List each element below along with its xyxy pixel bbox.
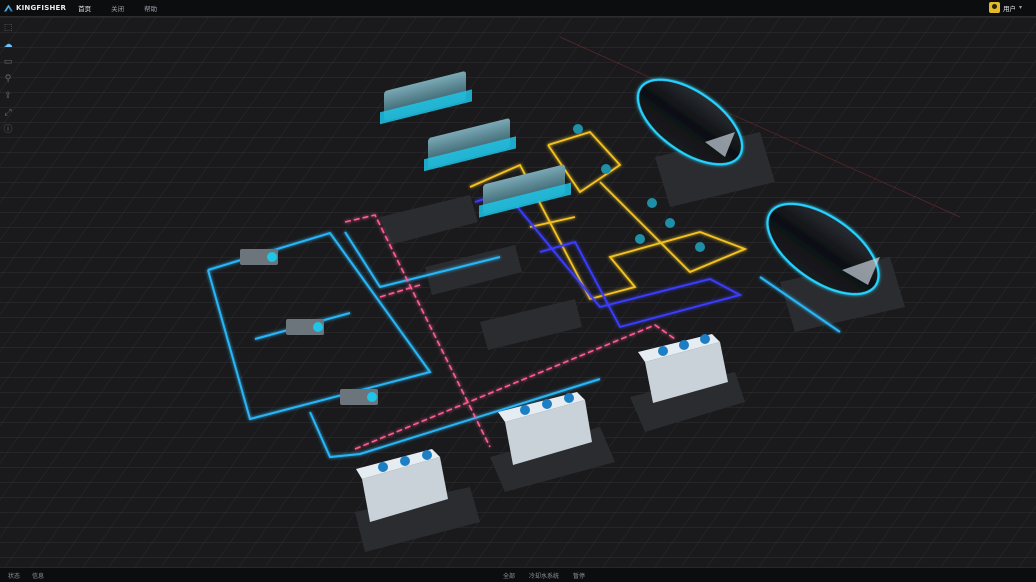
nav-item-close[interactable]: 关闭 bbox=[105, 3, 138, 13]
pump-3[interactable] bbox=[340, 389, 378, 405]
status-tab-pause[interactable]: 暂停 bbox=[573, 571, 585, 580]
pump-1[interactable] bbox=[240, 249, 278, 265]
user-menu[interactable]: 用户 ▾ bbox=[988, 2, 1022, 13]
avatar bbox=[988, 2, 1000, 13]
nav-item-home[interactable]: 首页 bbox=[72, 3, 105, 13]
status-bar: 状态 信息 全部 冷却水系统 暂停 bbox=[0, 567, 1036, 582]
status-text-1: 状态 bbox=[8, 573, 21, 580]
3d-scene-viewport[interactable] bbox=[0, 17, 1036, 568]
status-tab-all[interactable]: 全部 bbox=[503, 571, 515, 580]
status-tab-system[interactable]: 冷却水系统 bbox=[529, 571, 559, 580]
brand-name: KINGFISHER bbox=[16, 4, 67, 12]
kingfisher-logo-icon bbox=[4, 4, 13, 12]
pump-2[interactable] bbox=[286, 319, 324, 335]
top-bar: KINGFISHER 首页 关闭 帮助 用户 ▾ bbox=[0, 0, 1036, 17]
status-text-2: 信息 bbox=[32, 573, 45, 580]
main-nav: 首页 关闭 帮助 bbox=[72, 3, 171, 13]
user-name: 用户 bbox=[1002, 4, 1016, 13]
nav-item-help[interactable]: 帮助 bbox=[138, 3, 171, 13]
chevron-down-icon: ▾ bbox=[1018, 4, 1022, 11]
brand-logo[interactable]: KINGFISHER bbox=[4, 4, 66, 12]
